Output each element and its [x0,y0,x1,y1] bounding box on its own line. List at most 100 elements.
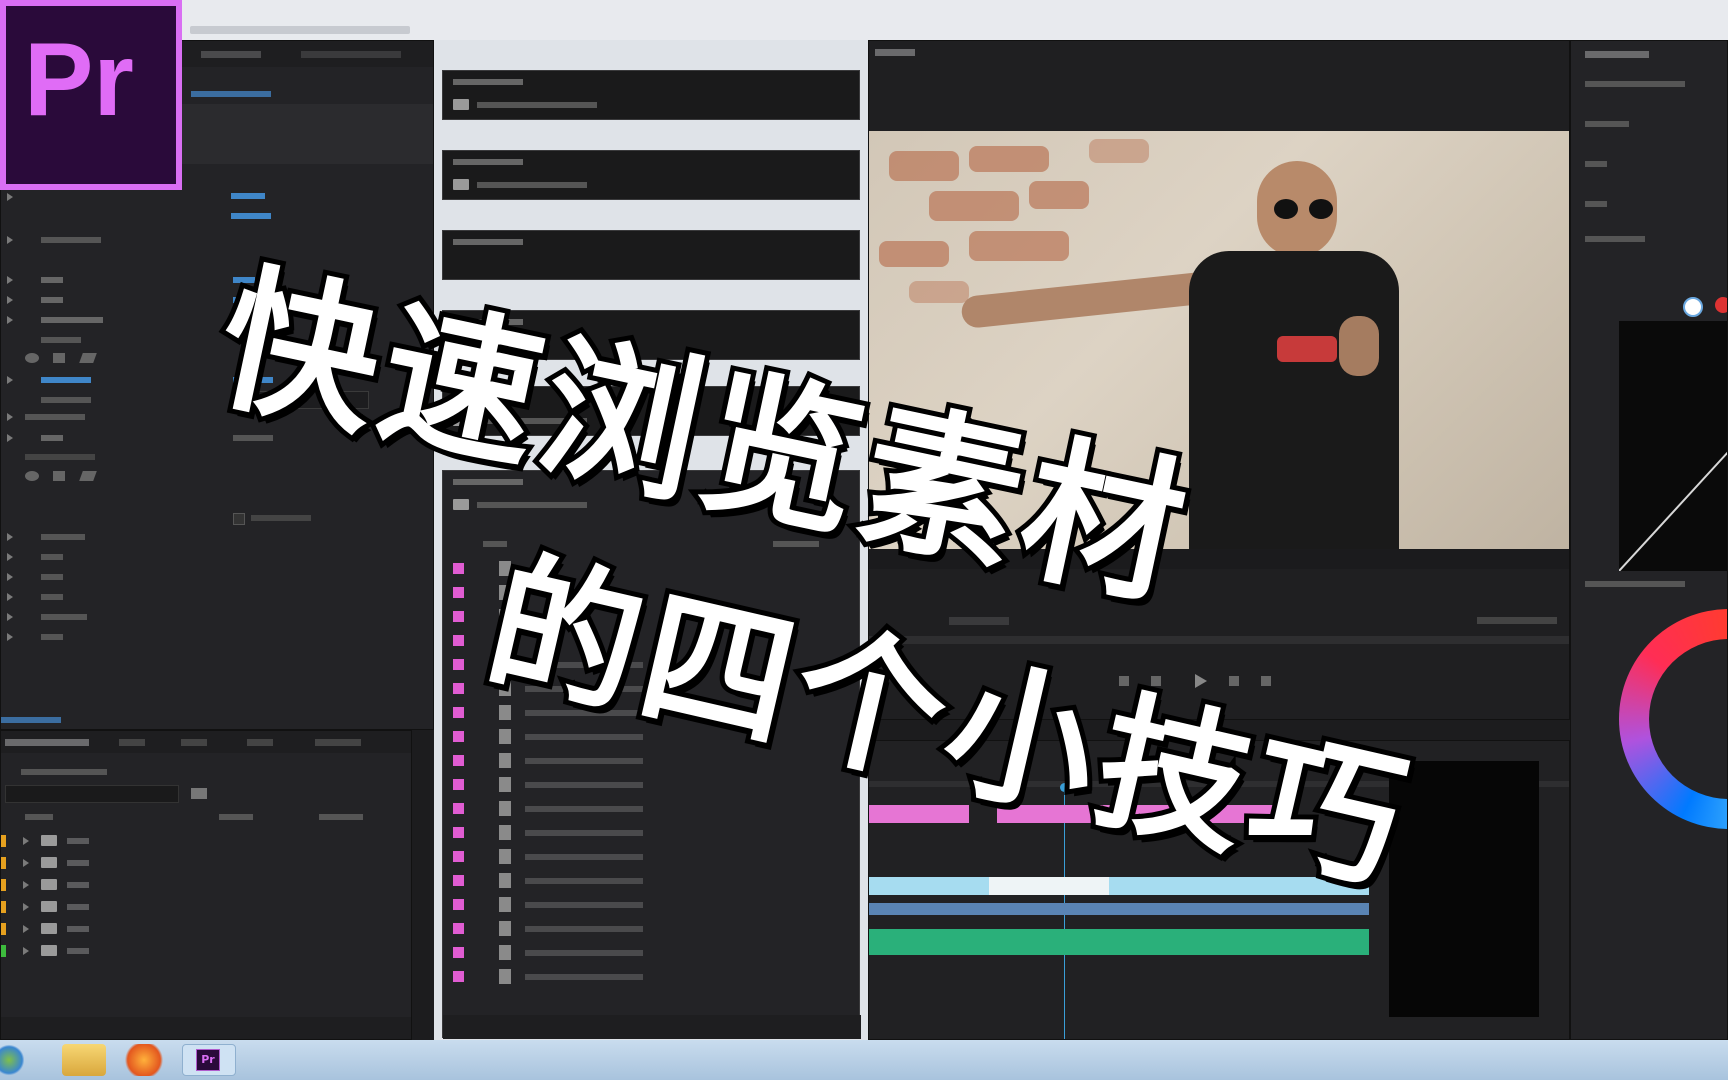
file-color-label [453,707,464,718]
lumetri-section[interactable] [41,554,63,560]
rectangle-mask-icon[interactable] [53,471,65,481]
lumetri-section[interactable] [41,614,87,620]
premiere-taskbar-button[interactable]: Pr [182,1044,236,1076]
project-panel [0,730,412,1040]
expand-icon[interactable] [7,613,13,621]
tab-lumetri-color[interactable] [1585,51,1649,58]
column-name[interactable] [25,814,53,820]
tab-project[interactable] [5,739,89,746]
tab-media-browser[interactable] [119,739,145,746]
search-input[interactable] [5,785,179,803]
start-button[interactable] [0,1044,24,1076]
new-bin-icon[interactable] [191,788,207,799]
tab-info[interactable] [247,739,273,746]
file-name-blur[interactable] [525,902,643,908]
expand-icon[interactable] [23,859,29,867]
expand-icon[interactable] [7,533,13,541]
folder-icon [453,99,469,110]
lumetri-section[interactable] [41,634,63,640]
file-name-blur[interactable] [525,926,643,932]
file-icon [499,825,511,840]
file-name-blur[interactable] [525,782,643,788]
pen-mask-icon[interactable] [79,353,97,363]
value[interactable] [231,193,265,199]
tab-program[interactable] [875,49,915,56]
lumetri-section[interactable] [41,534,85,540]
person-fist [1339,316,1379,376]
rectangle-mask-icon[interactable] [53,353,65,363]
bin-window[interactable] [442,70,860,120]
ellipse-mask-icon[interactable] [25,471,39,481]
folder-icon [41,835,57,846]
tab-libraries[interactable] [181,739,207,746]
folder-icon [41,923,57,934]
expand-icon[interactable] [7,573,13,581]
bin-title [453,79,523,85]
hue-saturation-label[interactable] [1585,581,1685,587]
logo-text: Pr [24,22,134,138]
tab-effect-controls[interactable] [201,51,261,58]
curve-channel-red[interactable] [1715,297,1727,313]
file-name-blur[interactable] [525,758,643,764]
expand-icon[interactable] [7,633,13,641]
file-name-blur[interactable] [525,806,643,812]
column-name[interactable] [483,541,507,547]
file-color-label [453,611,464,622]
expand-icon[interactable] [7,553,13,561]
file-name-blur[interactable] [525,950,643,956]
folder-icon [453,499,469,510]
folder-icon [41,857,57,868]
ellipse-mask-icon[interactable] [25,353,39,363]
expand-icon[interactable] [7,296,13,304]
expand-icon[interactable] [23,925,29,933]
expand-icon[interactable] [7,593,13,601]
pen-mask-icon[interactable] [79,471,97,481]
file-name-blur[interactable] [525,854,643,860]
lumetri-section[interactable] [41,594,63,600]
expand-icon[interactable] [7,193,13,201]
expand-icon[interactable] [7,316,13,324]
project-file-name [21,769,107,775]
expand-icon[interactable] [23,903,29,911]
bin-color-label [1,857,6,869]
bin-window[interactable] [442,150,860,200]
audio-clip[interactable] [869,929,1369,955]
curve-channel-white[interactable] [1683,297,1703,317]
firefox-icon[interactable] [122,1044,166,1076]
expand-icon[interactable] [7,376,13,384]
clip-select[interactable] [1585,81,1685,87]
expand-icon[interactable] [7,434,13,442]
shirt-logo [1277,336,1337,362]
file-icon [499,849,511,864]
curve-graph[interactable] [1619,321,1728,571]
column-media-start[interactable] [319,814,363,820]
column-frame-rate[interactable] [219,814,253,820]
file-name-blur[interactable] [525,878,643,884]
file-color-label [453,923,464,934]
rgb-curves-label[interactable] [1585,236,1645,242]
expand-icon[interactable] [23,881,29,889]
expand-icon[interactable] [7,276,13,284]
expand-icon[interactable] [7,236,13,244]
lumetri-section[interactable] [1585,121,1629,127]
bin-path [477,102,597,108]
expand-icon[interactable] [7,413,13,421]
expand-icon[interactable] [23,837,29,845]
file-color-label [453,683,464,694]
lumetri-section[interactable] [1585,161,1607,167]
video-clip[interactable] [869,903,1369,915]
folder-icon [41,879,57,890]
checkbox[interactable] [233,513,245,525]
file-name-blur[interactable] [525,830,643,836]
tab-audio-mixer[interactable] [301,51,401,58]
file-name-blur[interactable] [525,974,643,980]
hue-wheel[interactable] [1619,609,1727,829]
tab-effects[interactable] [315,739,361,746]
lumetri-section[interactable] [41,574,63,580]
file-color-label [453,659,464,670]
explorer-icon[interactable] [62,1044,106,1076]
video-clip[interactable] [989,877,1109,895]
lumetri-section[interactable] [1585,201,1607,207]
premiere-logo: Pr [0,0,182,190]
expand-icon[interactable] [23,947,29,955]
